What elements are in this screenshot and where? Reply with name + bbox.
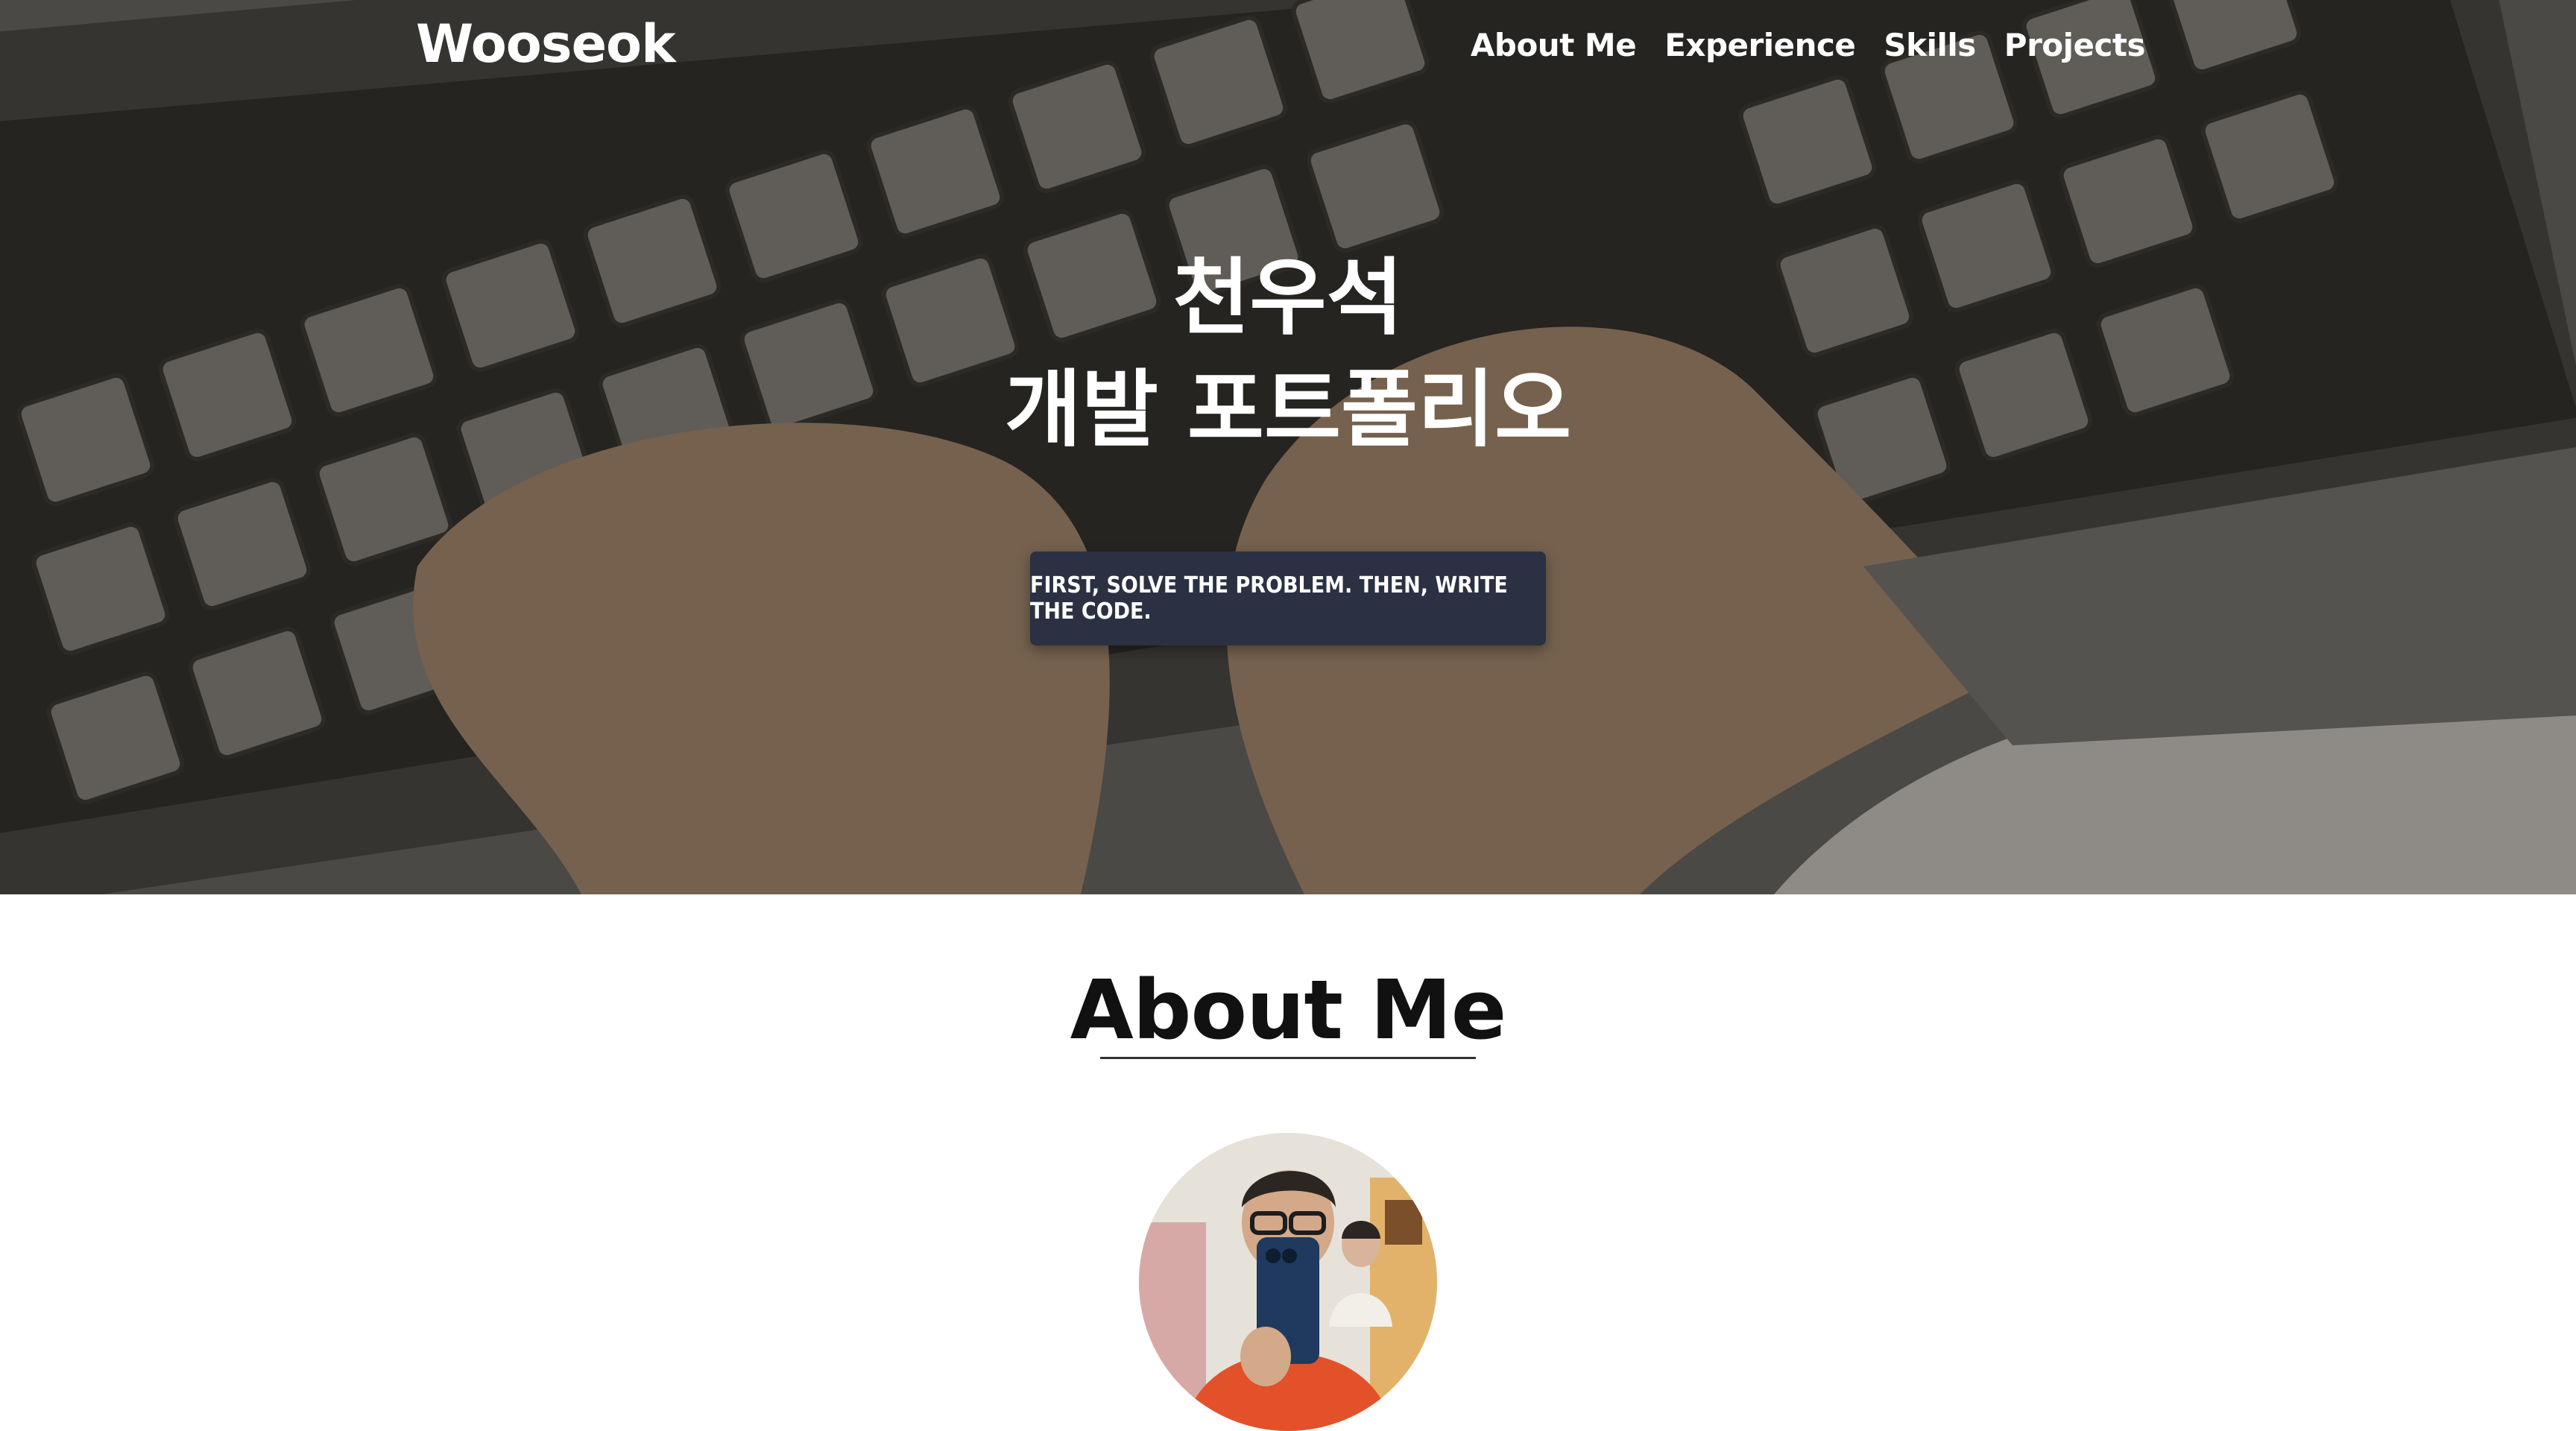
- motto-badge: First, solve the problem. Then, write th…: [1030, 552, 1546, 645]
- nav-link-projects[interactable]: Projects: [2004, 27, 2146, 63]
- hero-title-subtitle: 개발 포트폴리오: [1004, 361, 1572, 458]
- hero-section: Wooseok About Me Experience Skills Proje…: [0, 0, 2576, 894]
- about-heading: About Me: [1070, 962, 1507, 1058]
- nav-links: About Me Experience Skills Projects: [1471, 27, 2146, 63]
- top-navbar: Wooseok About Me Experience Skills Proje…: [0, 0, 2576, 104]
- profile-avatar: [1139, 1133, 1437, 1431]
- hero-title-name: 천우석: [1172, 250, 1404, 347]
- heading-underline: [1100, 1057, 1476, 1059]
- brand-logo-link[interactable]: Wooseok: [416, 13, 676, 75]
- profile-photo: [1139, 1133, 1437, 1431]
- nav-link-skills[interactable]: Skills: [1884, 27, 1976, 63]
- nav-link-experience[interactable]: Experience: [1664, 27, 1856, 63]
- nav-link-about-me[interactable]: About Me: [1471, 27, 1637, 63]
